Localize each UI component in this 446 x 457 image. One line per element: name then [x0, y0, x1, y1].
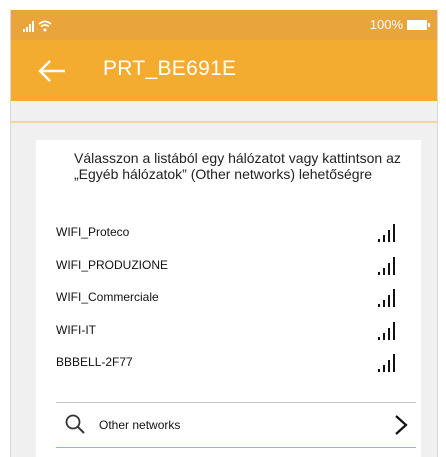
network-name: WIFI-IT — [56, 322, 96, 337]
search-icon — [65, 414, 85, 434]
wifi-signal-icon — [378, 224, 395, 242]
phone-screen: 100% PRT_BE691E Válasszon a listából egy… — [10, 10, 438, 457]
network-name: WIFI_Commerciale — [56, 290, 159, 304]
list-divider — [56, 402, 416, 403]
battery-icon — [407, 19, 430, 30]
network-item[interactable]: WIFI_Proteco — [36, 220, 421, 253]
status-left — [23, 18, 52, 32]
bottom-accent-divider — [56, 447, 416, 448]
other-networks-label: Other networks — [99, 418, 181, 432]
app-bar: PRT_BE691E — [11, 40, 437, 101]
wifi-signal-icon — [378, 289, 395, 307]
status-bar: 100% — [11, 10, 437, 40]
network-item[interactable]: WIFI-IT — [36, 318, 421, 351]
signal-icon — [23, 20, 34, 32]
battery-percent: 100% — [369, 17, 403, 32]
other-networks-button[interactable]: Other networks — [36, 406, 421, 444]
page-title: PRT_BE691E — [103, 57, 237, 80]
network-item[interactable]: BBBELL-2F77 — [36, 350, 421, 383]
wifi-signal-icon — [378, 321, 395, 340]
back-arrow-icon[interactable] — [37, 57, 67, 85]
network-item[interactable]: WIFI_Commerciale — [36, 285, 421, 318]
network-name: WIFI_Proteco — [56, 225, 130, 239]
network-item[interactable]: WIFI_PRODUZIONE — [36, 253, 421, 286]
wifi-signal-icon — [378, 354, 395, 372]
status-right: 100% — [369, 17, 430, 32]
network-name: BBBELL-2F77 — [56, 355, 133, 369]
wifi-icon — [38, 20, 52, 32]
network-name: WIFI_PRODUZIONE — [56, 257, 169, 272]
wifi-signal-icon — [378, 256, 395, 275]
network-selection-card: Válasszon a listából egy hálózatot vagy … — [36, 140, 421, 457]
network-list: WIFI_Proteco WIFI_PRODUZIONE WIFI_Commer… — [36, 220, 421, 383]
header-accent-line — [11, 121, 437, 123]
chevron-right-icon — [395, 415, 408, 435]
instructions-text: Válasszon a listából egy hálózatot vagy … — [74, 150, 401, 182]
